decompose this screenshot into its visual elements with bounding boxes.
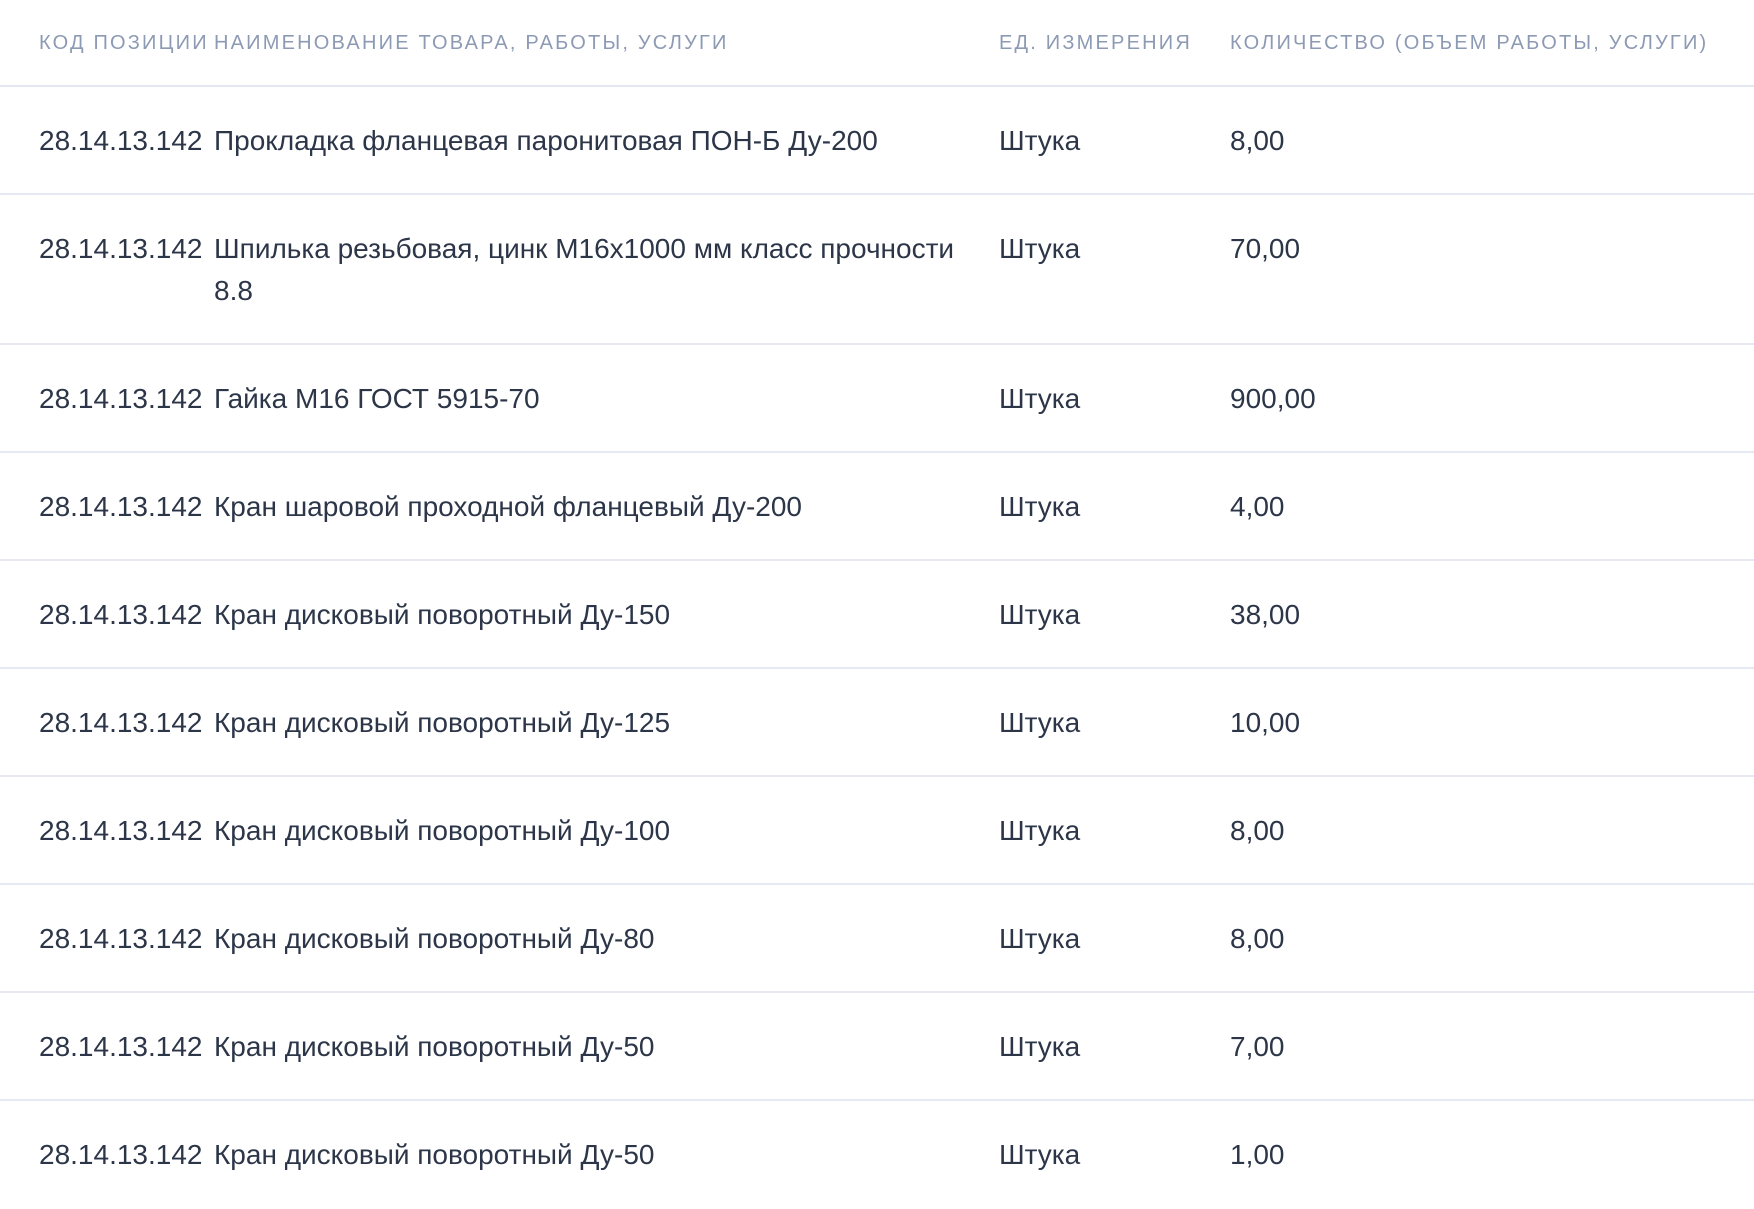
table-row: 28.14.13.142 Кран дисковый поворотный Ду…: [0, 993, 1754, 1101]
cell-name: Кран дисковый поворотный Ду-150: [214, 599, 671, 630]
table-row: 28.14.13.142 Прокладка фланцевая паронит…: [0, 87, 1754, 195]
table-row: 28.14.13.142 Кран дисковый поворотный Ду…: [0, 885, 1754, 993]
cell-qty: 4,00: [1230, 491, 1285, 522]
table-row: 28.14.13.142 Шпилька резьбовая, цинк М16…: [0, 195, 1754, 345]
cell-name: Прокладка фланцевая паронитовая ПОН-Б Ду…: [214, 125, 878, 156]
cell-name: Кран дисковый поворотный Ду-50: [214, 1031, 655, 1062]
cell-code: 28.14.13.142: [39, 383, 203, 414]
cell-code: 28.14.13.142: [39, 815, 203, 846]
cell-code: 28.14.13.142: [39, 599, 203, 630]
cell-qty: 38,00: [1230, 599, 1301, 630]
cell-unit: Штука: [999, 1139, 1081, 1170]
cell-qty: 1,00: [1230, 1139, 1285, 1170]
cell-name: Кран дисковый поворотный Ду-50: [214, 1139, 655, 1170]
cell-name: Кран дисковый поворотный Ду-100: [214, 815, 671, 846]
cell-code: 28.14.13.142: [39, 233, 203, 264]
cell-name: Кран дисковый поворотный Ду-80: [214, 923, 655, 954]
table-row: 28.14.13.142 Кран дисковый поворотный Ду…: [0, 1101, 1754, 1209]
cell-qty: 8,00: [1230, 815, 1285, 846]
cell-name: Кран дисковый поворотный Ду-125: [214, 707, 671, 738]
cell-qty: 8,00: [1230, 923, 1285, 954]
table-row: 28.14.13.142 Кран дисковый поворотный Ду…: [0, 777, 1754, 885]
cell-code: 28.14.13.142: [39, 707, 203, 738]
cell-unit: Штука: [999, 923, 1081, 954]
cell-unit: Штука: [999, 125, 1081, 156]
cell-unit: Штука: [999, 491, 1081, 522]
cell-code: 28.14.13.142: [39, 1031, 203, 1062]
table-row: 28.14.13.142 Гайка М16 ГОСТ 5915-70 Штук…: [0, 345, 1754, 453]
cell-qty: 10,00: [1230, 707, 1301, 738]
cell-unit: Штука: [999, 707, 1081, 738]
items-table: КОД ПОЗИЦИИ НАИМЕНОВАНИЕ ТОВАРА, РАБОТЫ,…: [0, 0, 1754, 1209]
header-unit: ЕД. ИЗМЕРЕНИЯ: [999, 32, 1192, 54]
cell-name: Шпилька резьбовая, цинк М16х1000 мм клас…: [214, 233, 955, 306]
cell-unit: Штука: [999, 1031, 1081, 1062]
table-header: КОД ПОЗИЦИИ НАИМЕНОВАНИЕ ТОВАРА, РАБОТЫ,…: [0, 0, 1754, 87]
table-row: 28.14.13.142 Кран дисковый поворотный Ду…: [0, 669, 1754, 777]
cell-unit: Штука: [999, 815, 1081, 846]
table-row: 28.14.13.142 Кран шаровой проходной флан…: [0, 453, 1754, 561]
table-row: 28.14.13.142 Кран дисковый поворотный Ду…: [0, 561, 1754, 669]
cell-qty: 70,00: [1230, 233, 1301, 264]
cell-qty: 900,00: [1230, 383, 1316, 414]
cell-code: 28.14.13.142: [39, 923, 203, 954]
cell-code: 28.14.13.142: [39, 125, 203, 156]
cell-qty: 8,00: [1230, 125, 1285, 156]
cell-unit: Штука: [999, 233, 1081, 264]
cell-code: 28.14.13.142: [39, 1139, 203, 1170]
cell-unit: Штука: [999, 599, 1081, 630]
cell-qty: 7,00: [1230, 1031, 1285, 1062]
header-name: НАИМЕНОВАНИЕ ТОВАРА, РАБОТЫ, УСЛУГИ: [214, 32, 729, 54]
cell-code: 28.14.13.142: [39, 491, 203, 522]
cell-name: Гайка М16 ГОСТ 5915-70: [214, 383, 540, 414]
header-code: КОД ПОЗИЦИИ: [39, 32, 209, 54]
cell-unit: Штука: [999, 383, 1081, 414]
header-qty: КОЛИЧЕСТВО (ОБЪЕМ РАБОТЫ, УСЛУГИ): [1230, 32, 1709, 54]
cell-name: Кран шаровой проходной фланцевый Ду-200: [214, 491, 802, 522]
